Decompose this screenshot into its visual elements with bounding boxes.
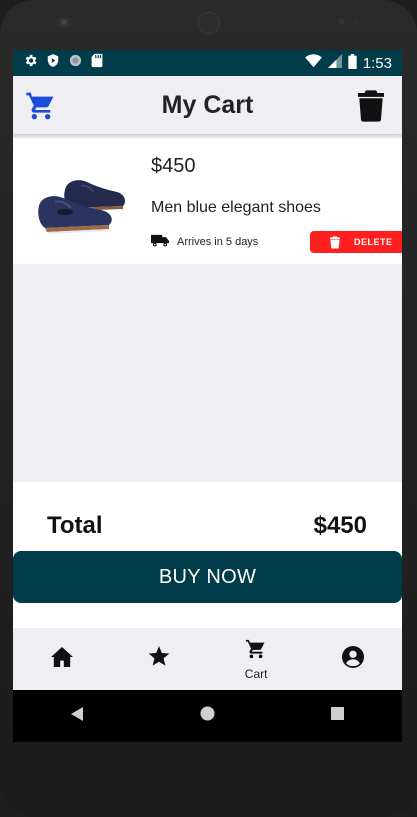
- system-navigation-bar: [13, 690, 402, 742]
- account-icon: [342, 645, 365, 673]
- delivery-info: Arrives in 5 days: [151, 234, 258, 250]
- earpiece-speaker: [198, 12, 220, 34]
- bottom-navigation: Cart: [13, 628, 402, 690]
- cart-icon: [245, 638, 267, 665]
- total-value: $450: [313, 512, 367, 539]
- sd-card-icon: [91, 53, 103, 73]
- cell-signal-icon: [327, 54, 342, 72]
- cart-icon[interactable]: [25, 90, 57, 122]
- device-frame: 1:53 My Cart $450 Men blue elegant shoes…: [0, 0, 417, 817]
- delete-item-button[interactable]: DELETE: [310, 231, 402, 253]
- clear-cart-trash-icon[interactable]: [358, 90, 384, 122]
- cart-item: $450 Men blue elegant shoes Arrives in 5…: [13, 138, 402, 264]
- delivery-text: Arrives in 5 days: [177, 236, 259, 248]
- nav-favorites[interactable]: [110, 628, 207, 690]
- nav-cart-label: Cart: [244, 666, 268, 681]
- status-time: 1:53: [362, 54, 392, 72]
- recent-apps-icon[interactable]: [331, 707, 345, 725]
- light-sensor: [354, 19, 359, 24]
- item-price: $450: [151, 155, 196, 177]
- app-bar: My Cart: [13, 76, 402, 134]
- front-camera: [58, 16, 70, 28]
- buy-now-button[interactable]: BUY NOW: [13, 551, 402, 603]
- shoe-product-image: [35, 168, 131, 238]
- shield-play-icon: [46, 53, 60, 73]
- nav-cart[interactable]: Cart: [208, 628, 305, 690]
- back-icon[interactable]: [70, 706, 85, 726]
- settings-icon: [23, 53, 38, 73]
- home-circle-icon[interactable]: [200, 706, 216, 726]
- page-title: My Cart: [161, 90, 254, 119]
- nav-home[interactable]: [13, 628, 110, 690]
- status-bar: 1:53: [13, 50, 402, 76]
- phone-screen: 1:53 My Cart $450 Men blue elegant shoes…: [13, 50, 402, 742]
- delete-trash-icon: [330, 236, 340, 249]
- battery-icon: [348, 53, 357, 73]
- home-icon: [50, 646, 73, 672]
- wifi-icon: [304, 54, 322, 72]
- delete-label: DELETE: [354, 237, 393, 247]
- item-name: Men blue elegant shoes: [151, 199, 321, 216]
- delivery-truck-icon: [151, 234, 169, 250]
- proximity-sensor: [338, 18, 345, 25]
- order-summary: Total $450 BUY NOW: [13, 482, 402, 636]
- total-label: Total: [47, 512, 103, 539]
- nav-account[interactable]: [305, 628, 402, 690]
- star-icon: [148, 646, 170, 672]
- sync-circle-icon: [68, 53, 83, 73]
